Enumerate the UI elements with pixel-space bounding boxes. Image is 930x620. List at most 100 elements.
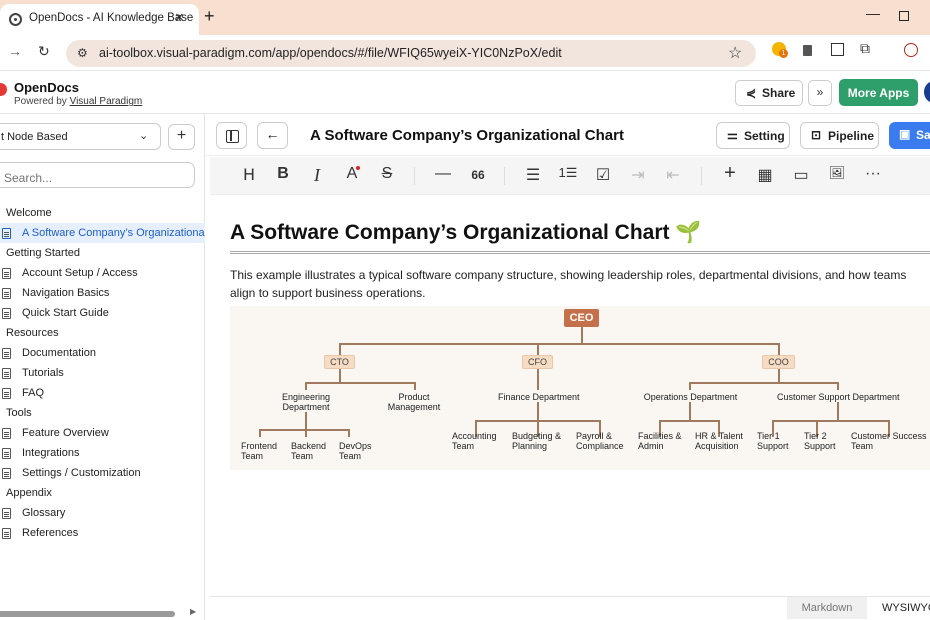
url-field[interactable]: ⚙ ai-toolbox.visual-paradigm.com/app/ope…: [66, 40, 756, 67]
save-button[interactable]: ▣ Sav: [889, 122, 930, 149]
sidebar-item-label: Settings / Customization: [22, 467, 141, 479]
connector-line: [339, 343, 779, 345]
outline-mode-value: t Node Based: [1, 131, 68, 143]
sidebar-item[interactable]: Tutorials: [0, 363, 205, 383]
connector-line: [689, 382, 838, 384]
org-node-hr: HR & Talent Acquisition: [695, 431, 743, 451]
reload-icon[interactable]: ↻: [38, 43, 50, 60]
org-node-engineering: Engineering Department: [281, 392, 331, 412]
site-favicon-icon: [9, 13, 22, 26]
connector-line: [537, 368, 539, 390]
sidebar-item-label: Welcome: [6, 207, 52, 219]
sidebar-section[interactable]: Getting Started: [0, 243, 205, 263]
org-chart-image: CEO CTO CFO COO Engineering Department P…: [230, 306, 930, 470]
extension-icon[interactable]: 1: [772, 42, 788, 58]
sidebar-section[interactable]: Tools: [0, 403, 205, 423]
color-dot-icon: [356, 166, 360, 170]
sidebar-item[interactable]: Settings / Customization: [0, 463, 205, 483]
scroll-right-icon[interactable]: ▶: [190, 607, 196, 616]
connector-line: [305, 429, 307, 437]
sidebar-item[interactable]: Quick Start Guide: [0, 303, 205, 323]
font-color-button[interactable]: A: [343, 165, 361, 187]
close-tab-icon[interactable]: ×: [175, 9, 184, 26]
visual-paradigm-link[interactable]: Visual Paradigm: [70, 96, 143, 107]
extensions-puzzle-icon[interactable]: ⧉: [860, 40, 870, 57]
sidebar-item-label: Getting Started: [6, 247, 80, 259]
sidebar-section[interactable]: Resources: [0, 323, 205, 343]
maximize-window-icon[interactable]: [899, 11, 909, 21]
new-tab-icon[interactable]: +: [204, 6, 215, 27]
insert-button[interactable]: +: [720, 162, 740, 184]
setting-button[interactable]: ⚌ Setting: [716, 122, 790, 149]
sidebar-item[interactable]: Documentation: [0, 343, 205, 363]
wysiwyg-mode-tab[interactable]: WYSIWYG: [874, 597, 930, 619]
connector-line: [339, 343, 341, 355]
indent-button[interactable]: ⇥: [628, 165, 648, 187]
container-button[interactable]: ▭: [791, 165, 811, 187]
app-name: OpenDocs: [14, 80, 80, 95]
toolbar-divider: [701, 167, 702, 185]
org-node-customer-success: Customer Success Team: [851, 431, 927, 451]
minimize-window-icon[interactable]: —: [866, 5, 880, 21]
connector-line: [689, 402, 691, 420]
sidebar-item[interactable]: FAQ: [0, 383, 205, 403]
sidebar-section[interactable]: Welcome: [0, 203, 205, 223]
share-more-button[interactable]: »: [808, 80, 832, 106]
task-list-button[interactable]: ☑: [593, 165, 613, 187]
share-label: Share: [762, 86, 796, 100]
sidebar-item[interactable]: Glossary: [0, 503, 205, 523]
bookmark-star-icon[interactable]: ☆: [728, 43, 742, 63]
sliders-icon: ⚌: [727, 128, 738, 142]
screenshot-icon[interactable]: [831, 43, 844, 56]
profile-icon[interactable]: [904, 43, 918, 57]
connector-line: [339, 368, 341, 382]
more-tools-button[interactable]: ···: [862, 165, 884, 187]
editor-toolbar: H B I A S — 66 ☰ 1☰ ☑ ⇥ ⇤ + ▦ ▭ 🖼 ···: [210, 157, 930, 195]
document-icon: [2, 228, 11, 239]
outline-mode-select[interactable]: t Node Based ⌄: [0, 123, 161, 150]
extension-pin-icon[interactable]: [803, 45, 812, 56]
bullet-list-button[interactable]: ☰: [523, 165, 543, 187]
org-node-accounting: Accounting Team: [452, 431, 497, 451]
sidebar-item[interactable]: A Software Company’s Organizational Char…: [0, 223, 205, 243]
browser-tab[interactable]: OpenDocs - AI Knowledge Base ×: [0, 4, 199, 35]
toolbar-divider: [504, 167, 505, 185]
markdown-mode-tab[interactable]: Markdown: [787, 597, 867, 619]
outdent-button[interactable]: ⇤: [663, 165, 683, 187]
editor-content[interactable]: A Software Company’s Organizational Char…: [210, 196, 930, 596]
more-apps-button[interactable]: More Apps: [839, 79, 918, 106]
back-button[interactable]: ←: [257, 122, 288, 149]
table-button[interactable]: ▦: [755, 165, 775, 187]
org-node-devops: DevOps Team: [339, 441, 372, 461]
bold-button[interactable]: B: [274, 165, 292, 187]
org-node-budgeting: Budgeting & Planning: [512, 431, 562, 451]
numbered-list-button[interactable]: 1☰: [557, 165, 579, 187]
add-node-button[interactable]: +: [168, 124, 195, 150]
quote-button[interactable]: 66: [468, 165, 488, 187]
strikethrough-button[interactable]: S: [378, 165, 396, 187]
document-icon: [2, 308, 11, 319]
org-node-cfo: CFO: [522, 355, 553, 369]
horizontal-rule-button[interactable]: —: [432, 165, 454, 187]
site-info-icon[interactable]: ⚙: [77, 46, 88, 60]
pipeline-icon: ⊡: [811, 128, 822, 142]
sidebar-item[interactable]: Feature Overview: [0, 423, 205, 443]
toggle-sidebar-button[interactable]: [216, 122, 247, 149]
italic-button[interactable]: I: [308, 165, 326, 187]
sidebar-item-label: References: [22, 527, 79, 539]
org-node-ceo: CEO: [564, 309, 599, 327]
sidebar-item-label: Navigation Basics: [22, 287, 110, 299]
image-button[interactable]: 🖼: [827, 165, 847, 187]
share-button[interactable]: ⋞ Share: [735, 80, 803, 106]
sidebar-item[interactable]: Integrations: [0, 443, 205, 463]
sidebar-scrollbar[interactable]: [0, 611, 175, 617]
pipeline-button[interactable]: ⊡ Pipeline: [800, 122, 879, 149]
sidebar-item[interactable]: Navigation Basics: [0, 283, 205, 303]
sidebar-item[interactable]: Account Setup / Access: [0, 263, 205, 283]
forward-icon[interactable]: →: [8, 43, 22, 59]
sidebar-section[interactable]: Appendix: [0, 483, 205, 503]
sidebar-item[interactable]: References: [0, 523, 205, 543]
heading-button[interactable]: H: [240, 165, 258, 187]
connector-line: [778, 343, 780, 355]
sidebar-search-input[interactable]: [0, 162, 195, 188]
